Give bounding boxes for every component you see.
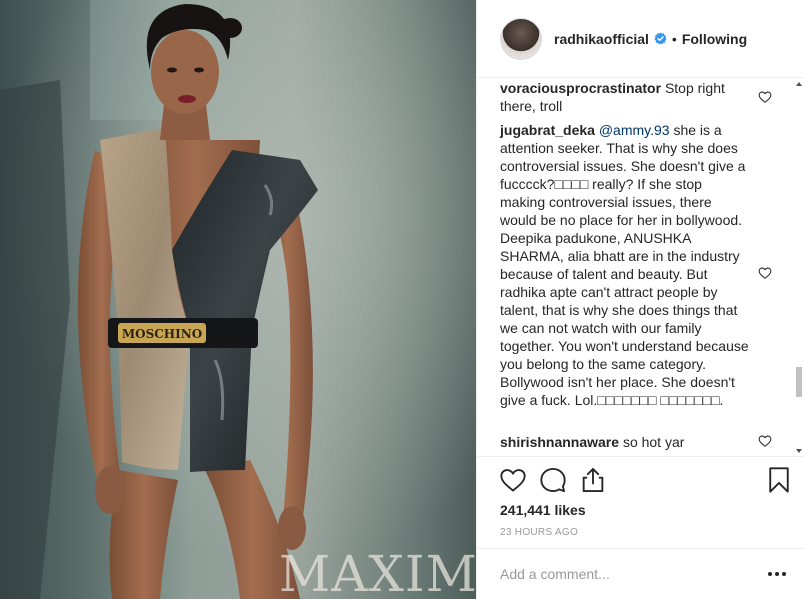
add-comment-bar bbox=[477, 548, 804, 599]
avatar[interactable] bbox=[500, 17, 542, 60]
scroll-thumb[interactable] bbox=[796, 367, 802, 397]
comment-like-heart-icon[interactable] bbox=[758, 266, 772, 280]
belt-text: MOSCHINO bbox=[122, 327, 202, 341]
add-comment-input[interactable] bbox=[500, 564, 740, 584]
comment-username[interactable]: shirishnannaware bbox=[500, 434, 619, 450]
heart-icon[interactable] bbox=[499, 466, 527, 494]
scroll-down-arrow[interactable] bbox=[796, 449, 802, 453]
share-icon[interactable] bbox=[579, 466, 607, 494]
comment-item: voraciousprocrastinator Stop right there… bbox=[500, 79, 750, 115]
comments-scrollbar[interactable] bbox=[794, 79, 804, 457]
username-link[interactable]: radhikaofficial bbox=[554, 31, 649, 47]
comment-item: jugabrat_deka @ammy.93 she is a attentio… bbox=[500, 121, 750, 409]
bookmark-icon[interactable] bbox=[765, 466, 793, 494]
comment-username[interactable]: voraciousprocrastinator bbox=[500, 80, 661, 96]
comment-mention-link[interactable]: @ammy.93 bbox=[599, 122, 670, 138]
comments-list[interactable]: voraciousprocrastinator Stop right there… bbox=[477, 79, 804, 457]
comment-bubble-icon[interactable] bbox=[539, 466, 567, 494]
comment-text: she is a attention seeker. That is why s… bbox=[500, 122, 749, 408]
comment-item: shirishnannaware so hot yar bbox=[500, 433, 750, 451]
maxim-watermark: MAXIM bbox=[279, 545, 476, 599]
post-header: radhikaofficial • Following bbox=[477, 0, 804, 78]
verified-badge-icon bbox=[654, 32, 667, 45]
comment-like-heart-icon[interactable] bbox=[758, 90, 772, 104]
comment-text: so hot yar bbox=[622, 434, 685, 450]
like-count[interactable]: 241,441 likes bbox=[500, 502, 586, 518]
header-text: radhikaofficial • Following bbox=[554, 31, 747, 47]
post-side-panel: radhikaofficial • Following voraciouspro… bbox=[476, 0, 804, 599]
post-photo[interactable]: MOSCHINO MAXIM bbox=[0, 0, 476, 599]
comment-username[interactable]: jugabrat_deka bbox=[500, 122, 595, 138]
photo-illustration: MOSCHINO bbox=[0, 0, 476, 599]
post-timestamp[interactable]: 23 HOURS AGO bbox=[500, 527, 578, 538]
comment-like-heart-icon[interactable] bbox=[758, 434, 772, 448]
more-options-icon[interactable] bbox=[766, 565, 788, 583]
post-actions bbox=[477, 460, 804, 500]
following-button[interactable]: Following bbox=[682, 31, 747, 47]
scroll-up-arrow[interactable] bbox=[796, 82, 802, 86]
separator-dot: • bbox=[671, 30, 677, 47]
